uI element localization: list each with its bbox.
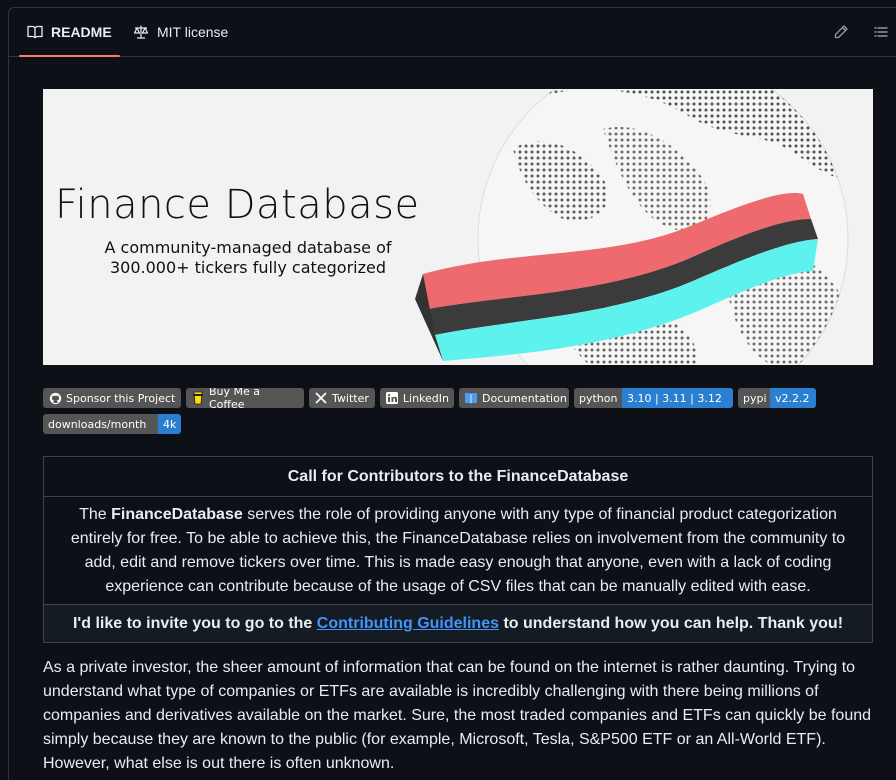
banner-subtitle: A community-managed database of 300.000+… [104, 238, 392, 277]
book-icon [27, 24, 43, 40]
book-icon [464, 391, 478, 405]
python-version-badge[interactable]: python 3.10 | 3.11 | 3.12 [574, 388, 733, 408]
sponsor-badge[interactable]: Sponsor this Project [43, 388, 181, 408]
list-icon[interactable] [871, 22, 891, 42]
github-icon [48, 391, 62, 405]
contributors-table: Call for Contributors to the FinanceData… [43, 456, 873, 643]
contributors-invite: I'd like to invite you to go to the Cont… [43, 604, 873, 643]
banner-image: Finance Database A community-managed dat… [43, 89, 873, 365]
linkedin-icon [385, 391, 399, 405]
tab-license[interactable]: MIT license [133, 8, 228, 56]
downloads-badge[interactable]: downloads/month 4k [43, 414, 181, 434]
twitter-badge[interactable]: Twitter [309, 388, 375, 408]
contributors-heading: Call for Contributors to the FinanceData… [43, 456, 873, 497]
pencil-icon[interactable] [831, 22, 851, 42]
intro-paragraph: As a private investor, the sheer amount … [43, 659, 872, 772]
banner-title: Finance Database [55, 182, 420, 228]
tab-readme-label: README [51, 24, 112, 40]
tab-bar: README MIT license [9, 8, 896, 57]
coffee-icon [191, 391, 205, 405]
pypi-badge[interactable]: pypi v2.2.2 [738, 388, 816, 408]
tab-license-label: MIT license [157, 24, 229, 40]
contributing-guidelines-link[interactable]: Contributing Guidelines [317, 615, 499, 632]
x-icon [314, 391, 328, 405]
documentation-badge[interactable]: Documentation [459, 388, 569, 408]
tab-readme[interactable]: README [19, 8, 120, 57]
coffee-badge[interactable]: Buy Me a Coffee [186, 388, 304, 408]
linkedin-badge[interactable]: LinkedIn [380, 388, 454, 408]
scale-icon [133, 24, 149, 40]
contributors-body: The FinanceDatabase serves the role of p… [43, 496, 873, 605]
